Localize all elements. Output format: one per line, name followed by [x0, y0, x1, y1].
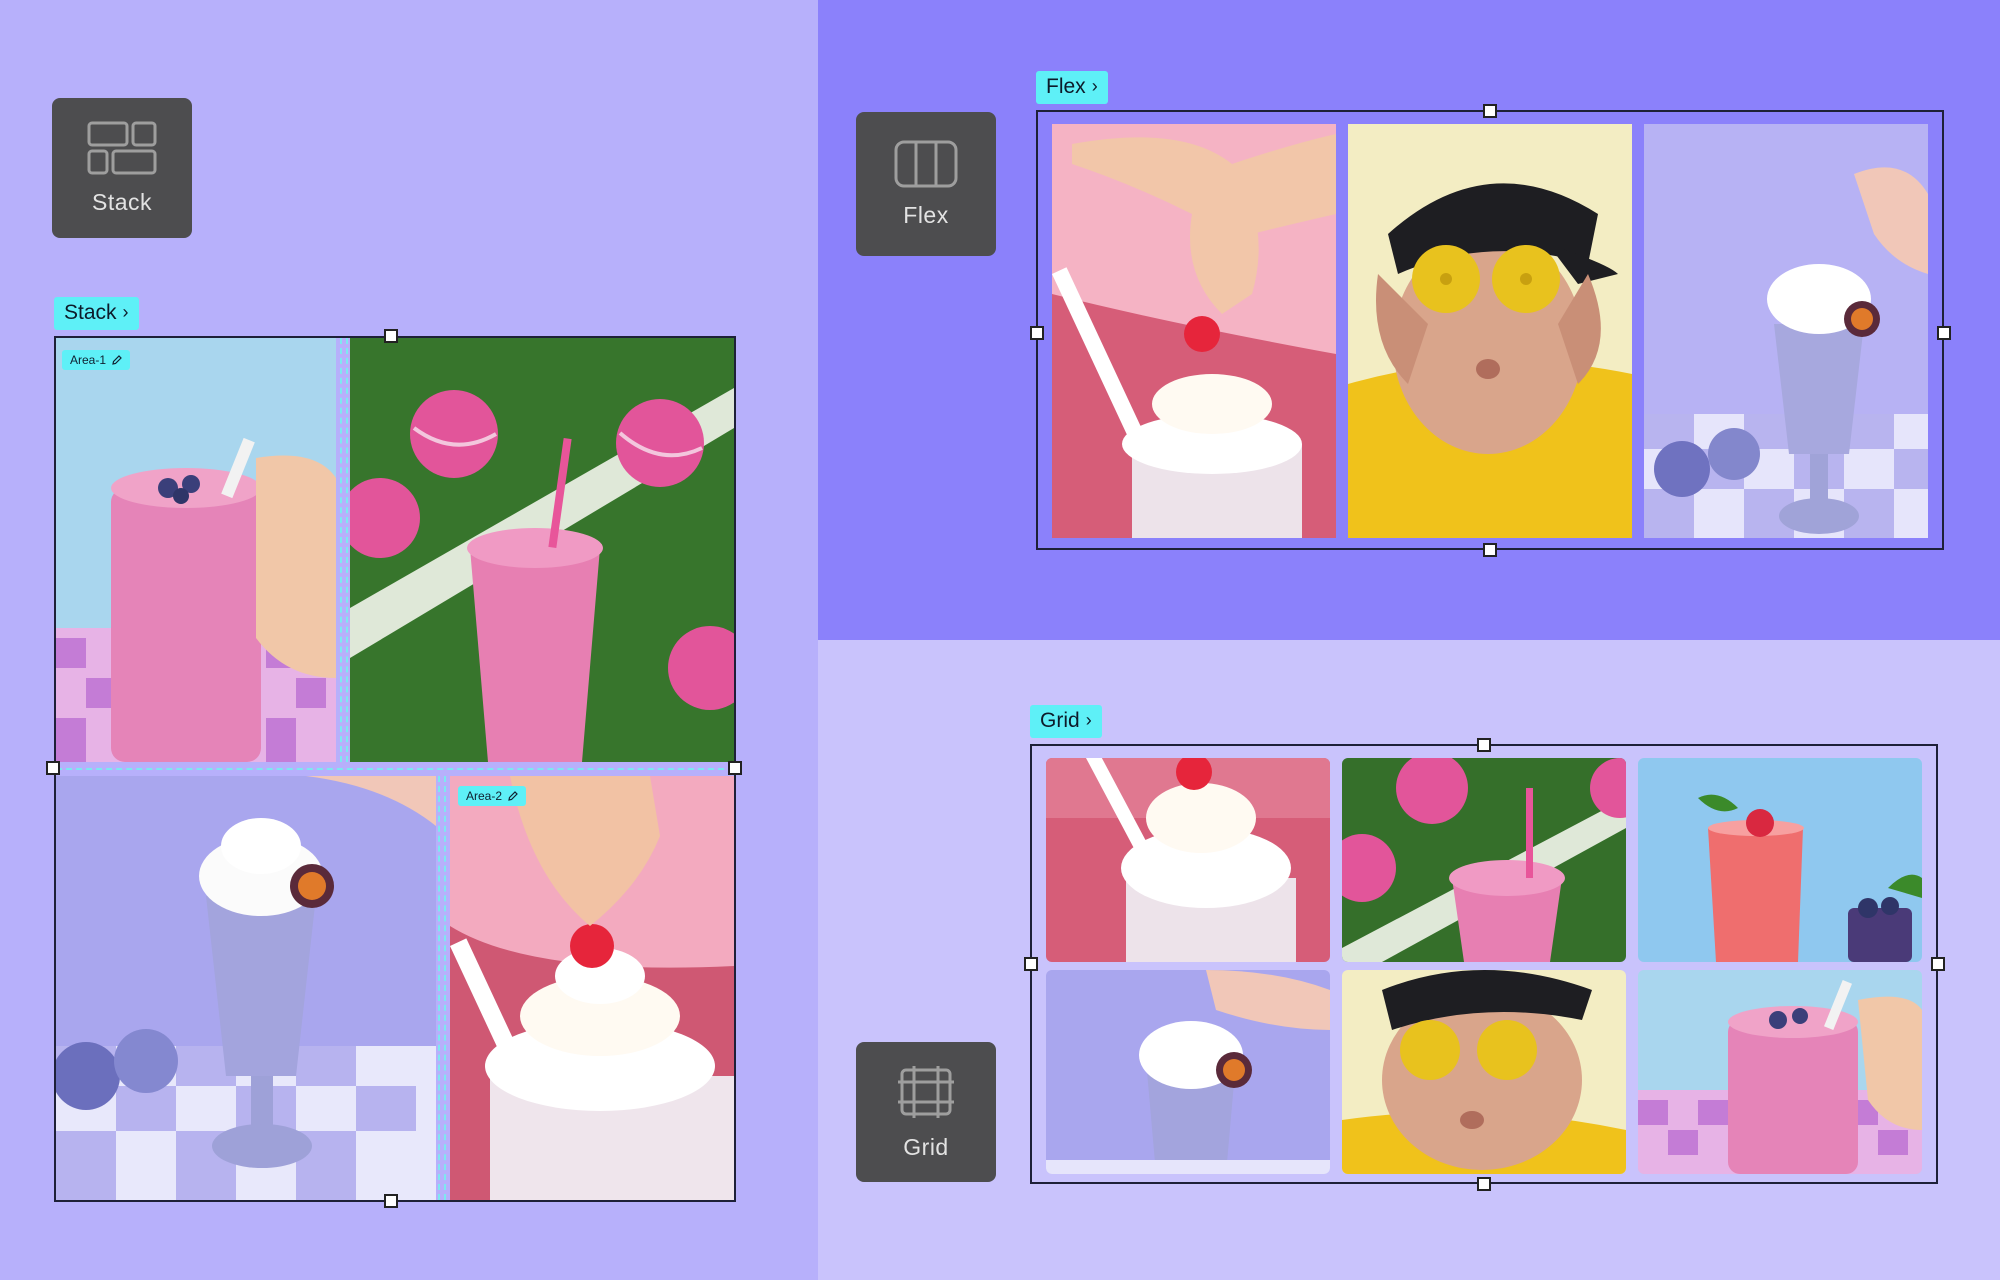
stack-guide-vertical-2b	[444, 776, 446, 1200]
grid-tool-button[interactable]: Grid	[856, 1042, 996, 1182]
stack-tag-label: Stack	[64, 301, 117, 324]
stack-handle-left[interactable]	[46, 761, 60, 775]
area-1-label: Area-1	[70, 353, 107, 367]
stack-image-cherry-cream[interactable]	[450, 776, 734, 1200]
stack-tag[interactable]: Stack ›	[54, 297, 139, 330]
stack-guide-vertical-1	[340, 338, 342, 762]
stack-layout-icon	[87, 121, 157, 174]
area-1-badge[interactable]: Area-1	[62, 350, 131, 370]
flex-image-lavender-milkshake[interactable]	[1644, 124, 1928, 538]
chevron-right-icon: ›	[1091, 75, 1098, 96]
flex-tag-label: Flex	[1046, 75, 1086, 98]
flex-tag[interactable]: Flex ›	[1036, 71, 1108, 104]
flex-handle-top[interactable]	[1483, 104, 1497, 118]
area-2-badge[interactable]: Area-2	[458, 786, 527, 806]
stack-image-lavender-milkshake[interactable]	[56, 776, 436, 1200]
stack-handle-bottom[interactable]	[384, 1194, 398, 1208]
grid-image-red-drink[interactable]	[1638, 758, 1922, 962]
flex-image-cherry-cream[interactable]	[1052, 124, 1336, 538]
flex-handle-right[interactable]	[1937, 326, 1951, 340]
stack-guide-vertical-1b	[346, 338, 348, 762]
pencil-icon[interactable]	[507, 790, 519, 802]
grid-tag-label: Grid	[1040, 709, 1080, 732]
chevron-right-icon: ›	[122, 301, 129, 322]
stack-image-tennis-smoothie[interactable]	[350, 338, 734, 762]
chevron-right-icon: ›	[1085, 709, 1092, 730]
grid-handle-right[interactable]	[1931, 957, 1945, 971]
grid-image-lavender-milkshake[interactable]	[1046, 970, 1330, 1174]
grid-handle-top[interactable]	[1477, 738, 1491, 752]
stack-guide-vertical-2	[438, 776, 440, 1200]
grid-image-lemon-eyes[interactable]	[1342, 970, 1626, 1174]
flex-tool-button[interactable]: Flex	[856, 112, 996, 256]
flex-handle-left[interactable]	[1030, 326, 1044, 340]
area-2-label: Area-2	[466, 789, 503, 803]
grid-image-cherry-cream[interactable]	[1046, 758, 1330, 962]
grid-hash-icon	[898, 1065, 954, 1118]
stack-handle-top[interactable]	[384, 329, 398, 343]
grid-tag[interactable]: Grid ›	[1030, 705, 1102, 738]
flex-columns-icon	[894, 140, 958, 187]
flex-handle-bottom[interactable]	[1483, 543, 1497, 557]
pencil-icon[interactable]	[111, 354, 123, 366]
stack-tool-button[interactable]: Stack	[52, 98, 192, 238]
grid-tool-label: Grid	[903, 1133, 949, 1160]
flex-image-lemon-eyes[interactable]	[1348, 124, 1632, 538]
stack-guide-horizontal	[56, 768, 734, 770]
grid-handle-bottom[interactable]	[1477, 1177, 1491, 1191]
grid-image-tennis-smoothie[interactable]	[1342, 758, 1626, 962]
grid-handle-left[interactable]	[1024, 957, 1038, 971]
grid-image-pink-smoothie[interactable]	[1638, 970, 1922, 1174]
stack-tool-label: Stack	[91, 188, 153, 215]
flex-tool-label: Flex	[903, 201, 949, 228]
stack-handle-right[interactable]	[728, 761, 742, 775]
stack-image-pink-smoothie[interactable]	[56, 338, 336, 762]
